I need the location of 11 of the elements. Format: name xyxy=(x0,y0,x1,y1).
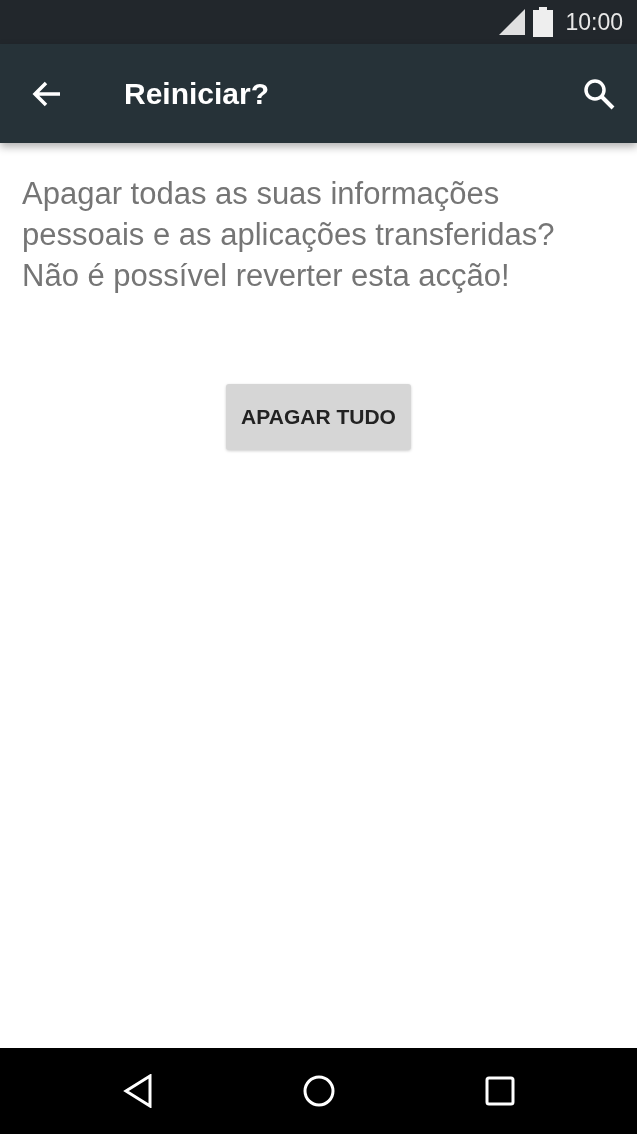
recents-icon[interactable] xyxy=(484,1076,515,1106)
battery-icon xyxy=(533,7,554,37)
screen-title: Reiniciar? xyxy=(124,76,270,112)
search-icon[interactable] xyxy=(583,77,615,110)
warning-message: Apagar todas as suas informações pessoais e as aplicações transferidas? Não é possível reverter esta acção! xyxy=(21,175,556,295)
back-icon[interactable] xyxy=(122,1074,153,1108)
home-icon[interactable] xyxy=(301,1074,336,1108)
back-arrow-icon[interactable] xyxy=(32,80,62,107)
erase-all-button[interactable]: APAGAR TUDO xyxy=(226,384,411,450)
clock-time: 10:00 xyxy=(565,7,623,37)
signal-icon xyxy=(499,9,526,35)
